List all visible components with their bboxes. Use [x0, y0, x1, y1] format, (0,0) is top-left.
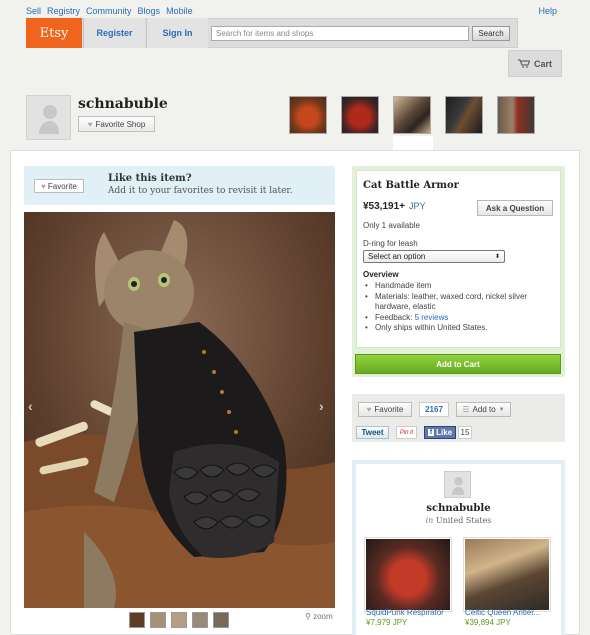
nav-link-blogs[interactable]: Blogs	[138, 6, 161, 16]
cart-icon	[517, 59, 530, 68]
favorite-item-label: Favorite	[47, 181, 77, 191]
overview-list: Handmade item Materials: leather, waxed …	[363, 281, 555, 334]
heart-icon: ♥	[41, 181, 46, 191]
favorite-label: Favorite	[374, 405, 404, 414]
add-to-list-button[interactable]: ☰ Add to ▼	[456, 402, 511, 417]
shop-thumb-4[interactable]	[445, 96, 483, 134]
person-silhouette-icon	[38, 104, 59, 134]
shop-name[interactable]: schnabuble	[78, 96, 168, 112]
facebook-like-button[interactable]: f Like	[424, 426, 456, 439]
seller-avatar[interactable]	[444, 471, 471, 498]
variation-selected: Select an option	[368, 252, 426, 261]
zoom-label: zoom	[313, 612, 333, 621]
listing-price: ¥7,979 JPY	[366, 618, 408, 627]
favorite-prompt-title: Like this item?	[108, 173, 192, 184]
help-link[interactable]: Help	[538, 6, 557, 16]
location-prefix: in	[425, 516, 434, 525]
facebook-icon: f	[427, 429, 435, 436]
listing-name[interactable]: SquidPunk Respirator	[366, 608, 444, 617]
heart-icon: ♥	[366, 405, 372, 414]
zoom-link[interactable]: ⚲ zoom	[305, 612, 333, 621]
chevron-down-icon: ▼	[498, 406, 505, 413]
photo-thumb-3[interactable]	[171, 612, 187, 628]
nav-link-sell[interactable]: Sell	[26, 6, 41, 16]
favorite-shop-label: Favorite Shop	[95, 119, 146, 129]
listing-image	[366, 539, 450, 610]
item-price: ¥53,191+ JPY	[363, 201, 426, 212]
favorite-prompt-subtitle: Add it to your favorites to revisit it l…	[108, 186, 293, 196]
photo-thumb-4[interactable]	[192, 612, 208, 628]
magnifier-icon: ⚲	[305, 612, 311, 621]
list-icon: ☰	[462, 405, 470, 414]
person-silhouette-icon	[451, 476, 464, 495]
shop-thumb-5[interactable]	[497, 96, 535, 134]
cat-armor-illustration	[24, 212, 335, 608]
listing-image	[465, 539, 549, 610]
pin-it-button[interactable]: Pin it	[396, 426, 417, 439]
thumb-selected-indicator	[393, 136, 433, 150]
signin-button[interactable]: Sign In	[146, 18, 208, 48]
price-value: ¥53,191+	[363, 201, 405, 212]
listing-price: ¥39,894 JPY	[465, 618, 511, 627]
search-input[interactable]: Search for items and shops	[211, 26, 469, 41]
overview-item: Materials: leather, waxed cord, nickel s…	[363, 292, 555, 313]
shop-thumb-3[interactable]	[393, 96, 431, 134]
top-nav: Sell Registry Community Blogs Mobile	[26, 6, 199, 16]
overview-item: Feedback: 5 reviews	[363, 313, 555, 324]
listing-card-1[interactable]	[364, 537, 452, 612]
heart-icon: ♥	[87, 119, 93, 129]
seller-location: in United States	[352, 516, 565, 525]
search-button[interactable]: Search	[472, 26, 510, 41]
photo-thumb-5[interactable]	[213, 612, 229, 628]
nav-link-community[interactable]: Community	[86, 6, 132, 16]
favorite-button[interactable]: ♥ Favorite	[358, 402, 412, 417]
overview-item: Handmade item	[363, 281, 555, 292]
listing-card-2[interactable]	[463, 537, 551, 612]
register-button[interactable]: Register	[83, 18, 145, 48]
feedback-label: Feedback:	[375, 312, 415, 322]
reviews-link[interactable]: 5 reviews	[415, 313, 449, 322]
favorite-count[interactable]: 2167	[419, 402, 449, 417]
nav-link-mobile[interactable]: Mobile	[166, 6, 193, 16]
overview-title: Overview	[363, 270, 399, 279]
listing-name[interactable]: Celtic Queen Antler...	[465, 608, 540, 617]
availability: Only 1 available	[363, 221, 420, 230]
next-photo-arrow-icon[interactable]: ›	[319, 398, 324, 414]
currency-link[interactable]: JPY	[409, 201, 426, 211]
item-title: Cat Battle Armor	[363, 180, 459, 191]
product-photo[interactable]: ‹ ›	[24, 212, 335, 608]
facebook-like-label: Like	[436, 428, 453, 437]
tweet-button[interactable]: Tweet	[356, 426, 389, 439]
photo-thumb-2[interactable]	[150, 612, 166, 628]
variation-label: D-ring for leash	[363, 239, 418, 248]
variation-select[interactable]: Select an option ⬍	[363, 250, 505, 263]
facebook-like-count: 15	[458, 426, 472, 439]
nav-link-registry[interactable]: Registry	[47, 6, 80, 16]
favorite-item-button[interactable]: ♥ Favorite	[34, 179, 84, 193]
shop-thumb-2[interactable]	[341, 96, 379, 134]
shop-thumb-1[interactable]	[289, 96, 327, 134]
prev-photo-arrow-icon[interactable]: ‹	[28, 398, 33, 414]
ask-question-button[interactable]: Ask a Question	[477, 200, 553, 216]
add-to-label: Add to	[472, 405, 496, 414]
select-arrows-icon: ⬍	[494, 254, 500, 260]
add-to-cart-button[interactable]: Add to Cart	[355, 354, 561, 374]
etsy-logo[interactable]: Etsy	[26, 18, 82, 48]
cart-button[interactable]: Cart	[508, 50, 562, 77]
photo-thumb-1[interactable]	[129, 612, 145, 628]
seller-name[interactable]: schnabuble	[352, 503, 565, 514]
overview-item: Only ships within United States.	[363, 323, 555, 334]
cart-label: Cart	[533, 58, 552, 69]
favorite-shop-button[interactable]: ♥ Favorite Shop	[78, 116, 155, 132]
location-value: United States	[435, 516, 492, 525]
shop-avatar[interactable]	[26, 95, 71, 140]
